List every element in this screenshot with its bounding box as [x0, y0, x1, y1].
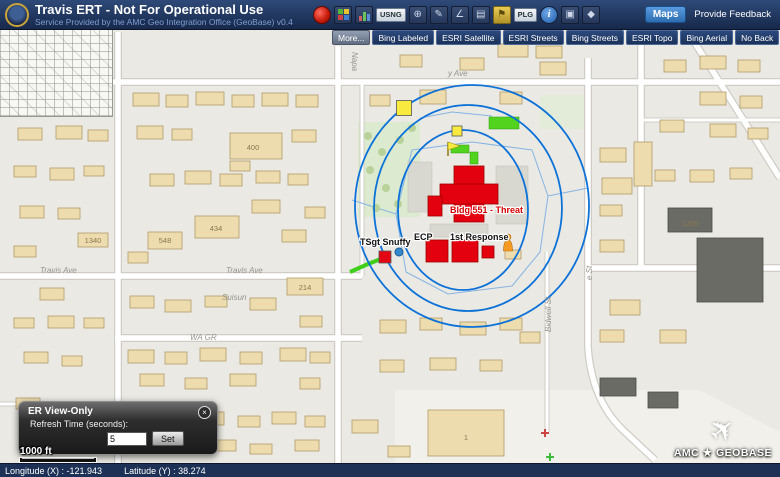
- geobase-crest-icon: [5, 2, 29, 27]
- scale-label: 1000 ft: [20, 446, 52, 457]
- refresh-time-input[interactable]: [107, 431, 147, 446]
- incident-marker-yellow-2[interactable]: [451, 125, 463, 137]
- tsgt-snuffy-marker[interactable]: [378, 250, 392, 264]
- ecp-label: ECP: [414, 232, 433, 242]
- basemap-button-bing-labeled[interactable]: Bing Labeled: [372, 30, 435, 45]
- street-label-5: Napa: [350, 52, 359, 72]
- basemap-button-no-back[interactable]: No Back: [735, 30, 780, 45]
- usng-button[interactable]: USNG: [376, 7, 406, 22]
- bldg-label-6: 1: [464, 433, 468, 442]
- title-block: Travis ERT - Not For Operational Use Ser…: [35, 3, 313, 27]
- street-label-2: Suisun: [222, 293, 247, 302]
- bldg-label-3: 1340: [85, 236, 102, 245]
- basemap-button-esri-streets[interactable]: ESRI Streets: [502, 30, 564, 45]
- bldg-label-0: 400: [247, 143, 260, 152]
- travis-ert-app: Travis Ave Travis Ave Suisun WA GR y Ave Napa…: [0, 0, 780, 477]
- street-label-6: Bidwell St: [544, 296, 553, 332]
- cube-icon[interactable]: ◆: [582, 5, 601, 24]
- record-icon[interactable]: [313, 5, 331, 24]
- chart-icon[interactable]: [355, 5, 373, 24]
- globe-icon[interactable]: ⊕: [408, 5, 427, 24]
- basemap-button-bing-streets[interactable]: Bing Streets: [565, 30, 624, 45]
- amc-geobase-logo: ✈ AMC ★ GEOBASE: [674, 410, 772, 461]
- bldg-label-1: 434: [210, 224, 223, 233]
- blue-dot-marker[interactable]: [394, 247, 404, 257]
- set-button[interactable]: Set: [152, 431, 184, 446]
- status-bar: Longitude (X) : -121.943 Latitude (Y) : …: [0, 463, 780, 477]
- basemap-bar: More... Bing Labeled ESRI Satellite ESRI St…: [332, 30, 780, 45]
- street-label-4: y Ave: [447, 69, 468, 78]
- bldg-label-2: 548: [159, 236, 172, 245]
- street-label-3: WA GR: [190, 333, 217, 342]
- incident-marker-yellow-1[interactable]: [396, 100, 412, 116]
- toolbar: USNG ⊕ ✎ ∠ ▤ ⚑ PLG i ▣ ◆: [313, 5, 601, 24]
- header-bar: Travis ERT - Not For Operational Use Ser…: [0, 0, 780, 30]
- plg-button[interactable]: PLG: [513, 7, 538, 22]
- measure-icon[interactable]: ∠: [450, 5, 469, 24]
- street-label-0: Travis Ave: [40, 266, 77, 275]
- first-response-label: 1st Response: [450, 232, 509, 242]
- provide-feedback-link[interactable]: Provide Feedback: [694, 9, 771, 20]
- basemap-button-esri-satellite[interactable]: ESRI Satellite: [436, 30, 501, 45]
- close-icon[interactable]: ×: [198, 406, 211, 419]
- refresh-row: Set: [107, 431, 217, 446]
- scale-line: [20, 458, 96, 462]
- threat-label: Bldg 551 - Threat: [450, 205, 523, 215]
- info-icon[interactable]: i: [540, 5, 559, 24]
- street-label-1: Travis Ave: [226, 266, 263, 275]
- basemap-icon[interactable]: ▣: [561, 5, 580, 24]
- maps-button[interactable]: Maps: [644, 6, 687, 23]
- bldg-label-5: 1205: [682, 219, 699, 228]
- draw-icon[interactable]: ✎: [429, 5, 448, 24]
- basemap-button-bing-aerial[interactable]: Bing Aerial: [680, 30, 734, 45]
- overview-inset-map[interactable]: [0, 30, 113, 117]
- street-label-7: e St: [585, 265, 594, 280]
- bldg-label-4: 214: [299, 283, 312, 292]
- grid-icon[interactable]: ▤: [471, 5, 490, 24]
- basemap-button-esri-topo[interactable]: ESRI Topo: [626, 30, 679, 45]
- tsgt-snuffy-label: TSgt Snuffy: [360, 237, 411, 247]
- basemap-button-more-[interactable]: More...: [332, 30, 371, 45]
- bookmark-flag-icon[interactable]: ⚑: [492, 5, 511, 24]
- longitude-readout: Longitude (X) : -121.943: [5, 465, 103, 476]
- scale-bar: 1000 ft: [20, 446, 96, 462]
- refresh-time-label: Refresh Time (seconds):: [30, 419, 129, 429]
- app-subtitle: Service Provided by the AMC Geo Integrat…: [35, 16, 293, 27]
- er-panel-title: ER View-Only: [28, 406, 93, 417]
- app-title: Travis ERT - Not For Operational Use: [35, 2, 264, 17]
- legend-icon[interactable]: [334, 5, 352, 24]
- latitude-readout: Latitude (Y) : 38.274: [124, 465, 206, 476]
